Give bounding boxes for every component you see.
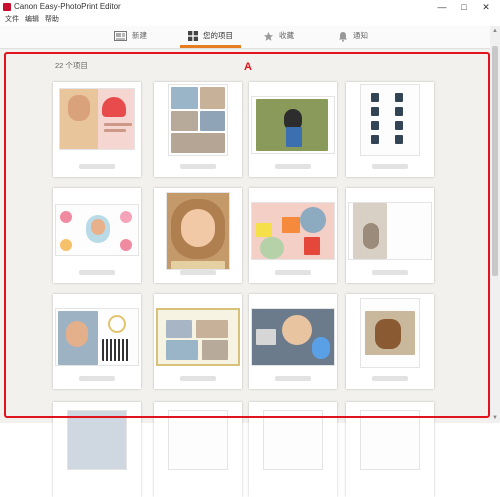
tab-your-projects[interactable]: 您的项目 xyxy=(180,26,241,48)
project-card[interactable] xyxy=(346,294,434,389)
project-card[interactable] xyxy=(53,82,141,177)
project-caption xyxy=(372,164,408,169)
project-card[interactable] xyxy=(249,294,337,389)
project-thumbnail xyxy=(168,84,228,156)
tab-favorites-label: 收藏 xyxy=(279,31,294,40)
project-caption xyxy=(180,164,216,169)
project-thumbnail xyxy=(59,88,135,150)
scroll-up-icon[interactable]: ▲ xyxy=(490,26,500,36)
project-card[interactable] xyxy=(346,402,434,497)
maximize-icon[interactable]: □ xyxy=(454,0,474,14)
menu-file[interactable]: 文件 xyxy=(3,14,21,26)
project-thumbnail xyxy=(67,410,127,470)
scroll-down-icon[interactable]: ▼ xyxy=(490,413,500,423)
app-icon xyxy=(3,3,11,11)
title-bar: Canon Easy-PhotoPrint Editor — □ ✕ xyxy=(0,0,500,15)
project-thumbnail xyxy=(166,192,230,270)
project-caption xyxy=(275,376,311,381)
project-thumbnail xyxy=(55,308,139,366)
grid-icon xyxy=(188,31,198,42)
menu-bar: 文件 编辑 帮助 xyxy=(0,14,500,26)
tab-notifications[interactable]: 通知 xyxy=(338,26,368,48)
tab-notifications-label: 通知 xyxy=(353,31,368,40)
project-thumbnail xyxy=(156,308,240,366)
bell-icon xyxy=(339,31,347,42)
menu-help[interactable]: 帮助 xyxy=(43,14,61,26)
item-count: 22 个项目 xyxy=(55,61,88,70)
project-card[interactable] xyxy=(53,188,141,283)
project-card[interactable] xyxy=(154,82,242,177)
tab-your-projects-label: 您的项目 xyxy=(203,31,233,40)
project-card[interactable] xyxy=(249,82,337,177)
project-card[interactable] xyxy=(346,82,434,177)
project-thumbnail xyxy=(348,202,432,260)
project-thumbnail xyxy=(251,202,335,260)
project-thumbnail xyxy=(168,410,228,470)
region-marker: A xyxy=(244,61,252,73)
project-thumbnail xyxy=(55,204,139,256)
main-navigation: 新建 您的项目 收藏 通知 xyxy=(0,26,490,49)
new-project-icon xyxy=(114,31,127,42)
project-thumbnail xyxy=(360,84,420,156)
project-card[interactable] xyxy=(249,188,337,283)
project-card[interactable] xyxy=(154,188,242,283)
project-card[interactable] xyxy=(249,402,337,497)
project-caption xyxy=(180,376,216,381)
tab-favorites[interactable]: 收藏 xyxy=(263,26,294,48)
project-thumbnail xyxy=(360,298,420,368)
star-icon xyxy=(263,31,274,41)
project-caption xyxy=(79,164,115,169)
tab-new[interactable]: 新建 xyxy=(114,26,147,48)
project-card[interactable] xyxy=(154,294,242,389)
project-caption xyxy=(275,270,311,275)
project-caption xyxy=(372,270,408,275)
project-caption xyxy=(79,270,115,275)
project-card[interactable] xyxy=(346,188,434,283)
project-card[interactable] xyxy=(53,402,141,497)
close-icon[interactable]: ✕ xyxy=(476,0,496,14)
minimize-icon[interactable]: — xyxy=(432,0,452,14)
project-thumbnail xyxy=(360,410,420,470)
project-thumbnail xyxy=(263,410,323,470)
project-card[interactable] xyxy=(154,402,242,497)
project-caption xyxy=(275,164,311,169)
active-tab-indicator xyxy=(180,45,241,48)
project-caption xyxy=(79,376,115,381)
tab-new-label: 新建 xyxy=(132,31,147,40)
project-caption xyxy=(372,376,408,381)
menu-edit[interactable]: 编辑 xyxy=(23,14,41,26)
window-title: Canon Easy-PhotoPrint Editor xyxy=(14,2,121,11)
project-caption xyxy=(180,270,216,275)
project-thumbnail xyxy=(251,308,335,366)
project-card[interactable] xyxy=(53,294,141,389)
scroll-thumb[interactable] xyxy=(492,46,498,276)
project-thumbnail xyxy=(251,96,335,154)
vertical-scrollbar[interactable]: ▲ ▼ xyxy=(490,26,500,423)
